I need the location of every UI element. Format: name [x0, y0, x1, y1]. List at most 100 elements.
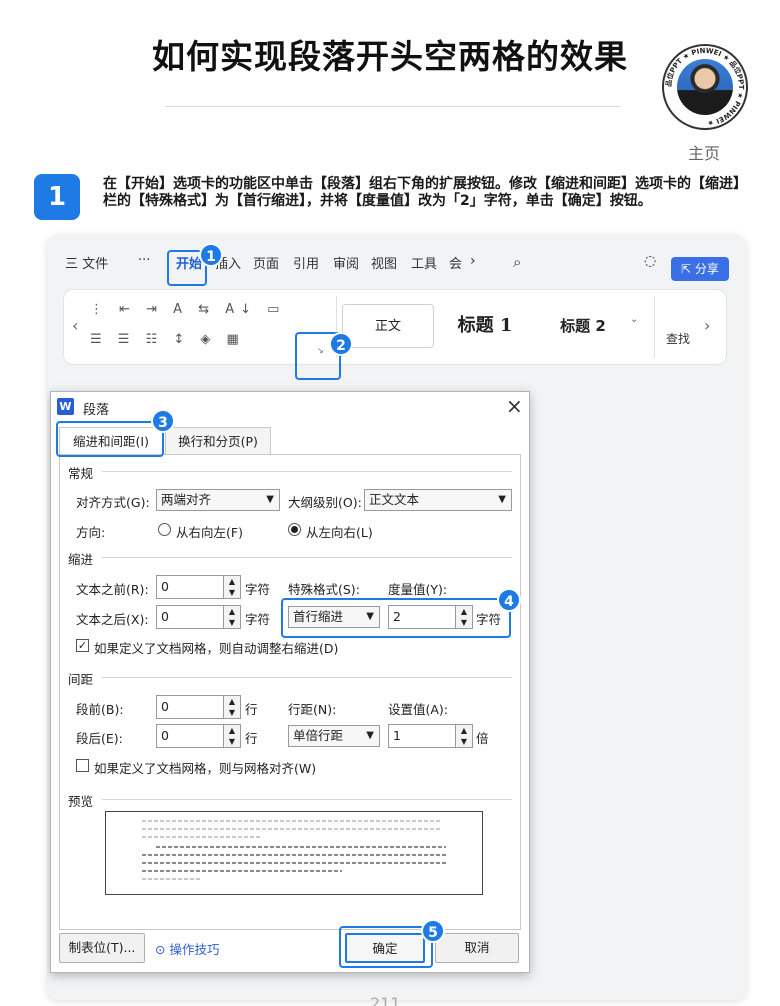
indent-spacing-panel: 常规 对齐方式(G): 两端对齐 ▼ 大纲级别(O): 正文文本 ▼ 方向: 从右向… — [59, 454, 521, 930]
page-number: 211 — [370, 994, 401, 1006]
author-badge[interactable]: 品位PPT ★ PINWEI ★ 品位PPT ★ PINWEI ★ — [662, 44, 748, 130]
share-button[interactable]: ⇱ 分享 — [671, 257, 729, 281]
tab-stops-button[interactable]: 制表位(T)... — [59, 933, 145, 963]
space-before-label: 段前(B): — [76, 702, 124, 717]
menu-tools[interactable]: 工具 — [411, 253, 437, 272]
annotation-4: 4 — [497, 588, 521, 612]
dropdown-arrow-icon: ▼ — [366, 730, 374, 741]
style-heading-1[interactable]: 标题 1 — [440, 304, 530, 348]
setting-unit: 倍 — [476, 731, 489, 746]
comment-icon[interactable]: ◌ — [644, 253, 656, 269]
align-select[interactable]: 两端对齐 ▼ — [156, 489, 280, 511]
chevron-left-icon[interactable]: ‹ — [72, 316, 78, 335]
preview-line — [142, 820, 442, 822]
align-label: 对齐方式(G): — [76, 495, 150, 510]
style-normal[interactable]: 正文 — [342, 304, 434, 348]
rtl-label: 从右向左(F) — [176, 525, 243, 540]
chevron-right-icon[interactable]: › — [470, 253, 476, 269]
share-icon: ⇱ — [681, 262, 695, 276]
preview-line — [142, 870, 342, 872]
paragraph-tools-row1[interactable]: ⋮ ⇤ ⇥ A ⇆ A↓ ▭ — [90, 302, 285, 317]
section-general: 常规 — [68, 466, 94, 481]
menu-page[interactable]: 页面 — [253, 253, 279, 272]
space-after-unit[interactable]: 行 — [245, 728, 258, 747]
search-icon[interactable]: ⌕ — [513, 253, 521, 271]
menu-more[interactable]: ··· — [138, 253, 150, 268]
chevron-right-icon[interactable]: › — [704, 316, 710, 335]
annotation-2: 2 — [329, 332, 353, 356]
section-divider — [102, 677, 512, 678]
tips-label: 操作技巧 — [169, 942, 220, 957]
snap-to-grid-label: 如果定义了文档网格，则与网格对齐(W) — [94, 761, 317, 776]
section-preview: 预览 — [68, 794, 94, 809]
ltr-label: 从左向右(L) — [306, 525, 373, 540]
setting-stepper[interactable]: ▲ ▼ — [455, 724, 473, 748]
annotation-1: 1 — [199, 243, 223, 267]
direction-label: 方向: — [76, 525, 106, 540]
menu-review[interactable]: 审阅 — [333, 253, 359, 272]
style-heading-2[interactable]: 标题 2 — [538, 304, 628, 348]
line-spacing-value: 单倍行距 — [293, 728, 344, 743]
setting-label: 设置值(A): — [388, 702, 449, 717]
space-before-unit[interactable]: 行 — [245, 699, 258, 718]
indent-before-stepper[interactable]: ▲ ▼ — [223, 575, 241, 599]
rtl-radio[interactable] — [158, 523, 171, 536]
home-link[interactable]: 主页 — [688, 140, 720, 164]
menu-reference[interactable]: 引用 — [293, 253, 319, 272]
snap-to-grid-checkbox[interactable] — [76, 759, 89, 772]
indent-after-stepper[interactable]: ▲ ▼ — [223, 605, 241, 629]
indent-before-input[interactable]: 0 — [156, 575, 224, 599]
section-divider — [102, 471, 512, 472]
outline-select[interactable]: 正文文本 ▼ — [364, 489, 512, 511]
dropdown-arrow-icon: ▼ — [266, 494, 274, 505]
indent-before-label: 文本之前(R): — [76, 582, 149, 597]
close-icon[interactable]: × — [506, 394, 523, 418]
ribbon-paragraph-group: ‹ ⋮ ⇤ ⇥ A ⇆ A↓ ▭ ☰ ☰ ☷ ↕ ◈ ▦ ↘ 正文 标题 1 标… — [63, 289, 727, 365]
play-icon: ⊙ — [155, 942, 170, 957]
page-title: 如何实现段落开头空两格的效果 — [152, 37, 628, 76]
align-value: 两端对齐 — [161, 492, 212, 507]
space-before-input[interactable]: 0 — [156, 695, 224, 719]
cancel-button[interactable]: 取消 — [435, 933, 519, 963]
paragraph-tools-row2[interactable]: ☰ ☰ ☷ ↕ ◈ ▦ — [90, 332, 245, 347]
avatar — [677, 59, 733, 115]
section-divider — [102, 557, 512, 558]
section-spacing: 间距 — [68, 672, 94, 687]
tab-line-page-breaks[interactable]: 换行和分页(P) — [165, 427, 271, 455]
annotation-3: 3 — [151, 409, 175, 433]
preview-line — [156, 846, 446, 848]
ltr-radio[interactable] — [288, 523, 301, 536]
space-after-stepper[interactable]: ▲ ▼ — [223, 724, 241, 748]
find-label[interactable]: 查找 — [666, 330, 690, 347]
dialog-title: 段落 — [83, 403, 110, 418]
annotation-5: 5 — [421, 919, 445, 943]
tips-link[interactable]: ⊙ 操作技巧 — [155, 939, 219, 958]
indent-before-unit[interactable]: 字符 — [245, 579, 270, 598]
paragraph-dialog: W 段落 × 缩进和间距(I) 换行和分页(P) 常规 对齐方式(G): 两端对… — [50, 391, 530, 973]
menu-member[interactable]: 会 — [449, 253, 462, 272]
preview-line — [142, 878, 202, 880]
page: 如何实现段落开头空两格的效果 品位PPT ★ PINWEI ★ 品位PPT ★ … — [0, 0, 780, 1006]
line-spacing-select[interactable]: 单倍行距 ▼ — [288, 725, 380, 747]
outline-value: 正文文本 — [369, 492, 420, 507]
preview-line — [142, 828, 442, 830]
space-before-stepper[interactable]: ▲ ▼ — [223, 695, 241, 719]
section-divider — [102, 799, 512, 800]
indent-after-unit[interactable]: 字符 — [245, 609, 270, 628]
auto-right-indent-checkbox[interactable]: ✓ — [76, 639, 89, 652]
menu-file[interactable]: 三 文件 — [65, 253, 108, 272]
styles-scroll-icon[interactable]: ⌄ — [630, 314, 638, 325]
menu-bar: 三 文件 ··· 开始 插入 页面 引用 审阅 视图 工具 会 › ⌕ ◌ — [53, 248, 733, 276]
preview-line — [142, 854, 446, 856]
section-indent: 缩进 — [68, 552, 94, 567]
preview-line — [142, 862, 446, 864]
space-after-input[interactable]: 0 — [156, 724, 224, 748]
menu-view[interactable]: 视图 — [371, 253, 397, 272]
indent-after-label: 文本之后(X): — [76, 612, 149, 627]
setting-input[interactable]: 1 — [388, 724, 456, 748]
wps-icon: W — [57, 398, 74, 415]
step-instruction: 在【开始】选项卡的功能区中单击【段落】组右下角的扩展按钮。修改【缩进和间距】选项… — [103, 176, 740, 209]
annotation-box-5 — [339, 926, 433, 968]
indent-after-input[interactable]: 0 — [156, 605, 224, 629]
line-spacing-label: 行距(N): — [288, 702, 337, 717]
